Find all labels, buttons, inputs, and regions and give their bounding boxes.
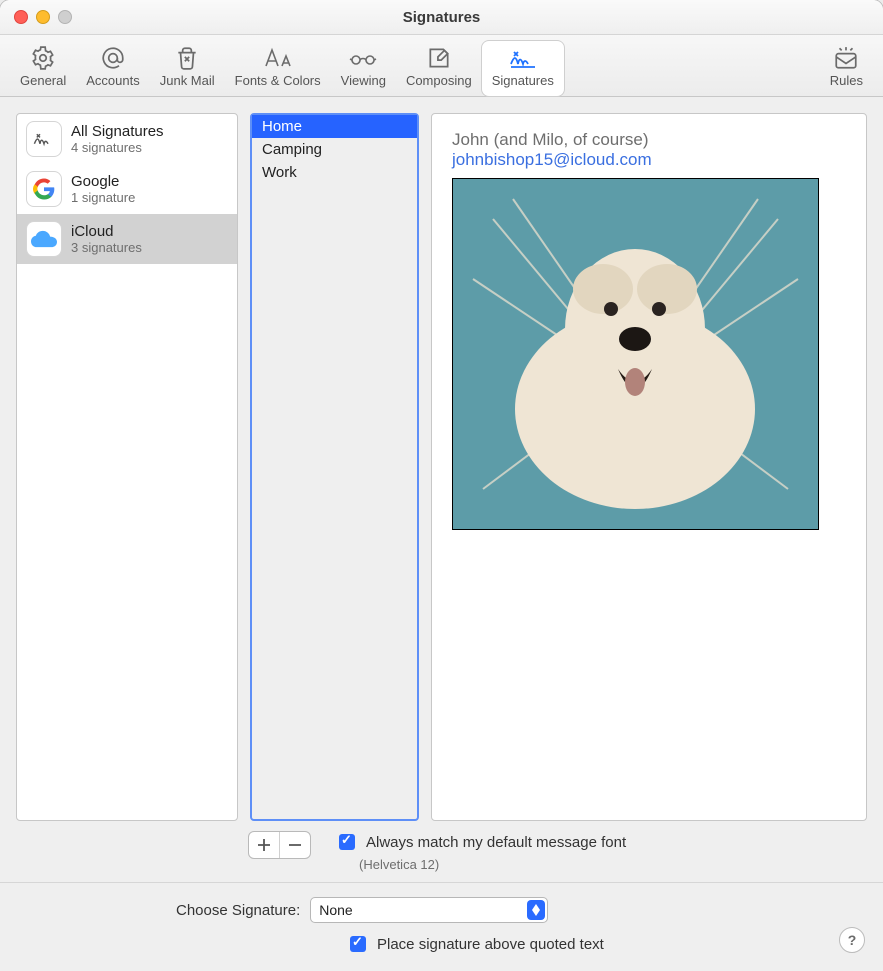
signature-embedded-image xyxy=(452,178,819,530)
tab-rules[interactable]: Rules xyxy=(820,41,873,96)
help-button[interactable]: ? xyxy=(839,927,865,953)
tab-fonts-colors[interactable]: Fonts & Colors xyxy=(225,41,331,96)
account-count: 4 signatures xyxy=(71,140,164,155)
font-icon xyxy=(263,45,293,71)
account-name: iCloud xyxy=(71,223,142,240)
add-remove-signature-buttons xyxy=(248,831,311,859)
titlebar: Signatures xyxy=(0,0,883,35)
glasses-icon xyxy=(348,45,378,71)
signatures-preferences-window: Signatures General Accounts Junk Mail Fo… xyxy=(0,0,883,971)
icloud-logo-icon xyxy=(27,222,61,256)
place-above-quoted-label: Place signature above quoted text xyxy=(377,936,604,953)
choose-signature-value: None xyxy=(319,902,352,918)
select-stepper-icon xyxy=(527,900,545,920)
tab-viewing[interactable]: Viewing xyxy=(331,41,396,96)
signature-preview[interactable]: John (and Milo, of course) johnbishop15@… xyxy=(431,113,867,821)
match-default-font-checkbox[interactable] xyxy=(339,834,355,850)
preview-text-line: John (and Milo, of course) xyxy=(452,130,846,150)
choose-signature-label: Choose Signature: xyxy=(176,902,300,919)
tab-general[interactable]: General xyxy=(10,41,76,96)
window-title: Signatures xyxy=(0,9,883,26)
preferences-toolbar: General Accounts Junk Mail Fonts & Color… xyxy=(0,35,883,97)
account-count: 1 signature xyxy=(71,190,135,205)
tab-signatures[interactable]: Signatures xyxy=(482,41,564,96)
account-name: Google xyxy=(71,173,135,190)
compose-icon xyxy=(424,45,454,71)
signature-item-work[interactable]: Work xyxy=(252,161,417,184)
google-logo-icon xyxy=(27,172,61,206)
account-name: All Signatures xyxy=(71,123,164,140)
signature-icon xyxy=(508,45,538,71)
account-item-icloud[interactable]: iCloud 3 signatures xyxy=(17,214,237,264)
tab-composing[interactable]: Composing xyxy=(396,41,482,96)
at-sign-icon xyxy=(98,45,128,71)
trash-icon xyxy=(172,45,202,71)
signature-item-home[interactable]: Home xyxy=(252,115,417,138)
account-item-google[interactable]: Google 1 signature xyxy=(17,164,237,214)
rules-icon xyxy=(831,45,861,71)
signature-names-list[interactable]: Home Camping Work xyxy=(250,113,419,821)
signature-glyph-icon xyxy=(27,122,61,156)
tab-junk-mail[interactable]: Junk Mail xyxy=(150,41,225,96)
accounts-list: All Signatures 4 signatures Google 1 sig… xyxy=(16,113,238,821)
tab-accounts[interactable]: Accounts xyxy=(76,41,149,96)
default-font-detail: (Helvetica 12) xyxy=(359,857,626,872)
preview-email-link[interactable]: johnbishop15@icloud.com xyxy=(452,150,652,169)
add-signature-button[interactable] xyxy=(249,832,279,858)
account-item-all[interactable]: All Signatures 4 signatures xyxy=(17,114,237,164)
account-count: 3 signatures xyxy=(71,240,142,255)
signature-item-camping[interactable]: Camping xyxy=(252,138,417,161)
gear-icon xyxy=(28,45,58,71)
choose-signature-select[interactable]: None xyxy=(310,897,548,923)
content-area: All Signatures 4 signatures Google 1 sig… xyxy=(0,97,883,971)
place-above-quoted-checkbox[interactable] xyxy=(350,936,366,952)
match-default-font-label: Always match my default message font xyxy=(366,834,626,851)
remove-signature-button[interactable] xyxy=(279,832,310,858)
